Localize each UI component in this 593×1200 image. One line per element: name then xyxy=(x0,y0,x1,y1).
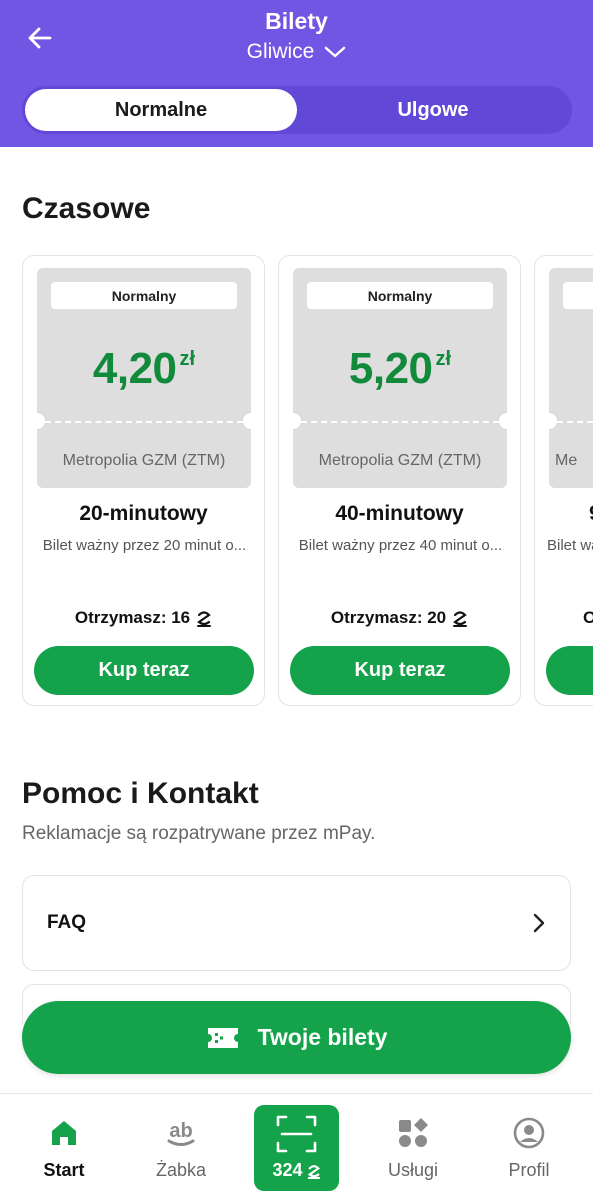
your-tickets-label: Twoje bilety xyxy=(257,1024,388,1050)
ticket-card[interactable]: Me 9 Bilet wa O xyxy=(534,255,593,706)
buy-now-button[interactable]: Kup teraz xyxy=(34,646,254,695)
tab-normalne[interactable]: Normalne xyxy=(25,89,297,131)
perforation-line xyxy=(45,421,243,423)
points-balance-value: 324 xyxy=(272,1160,303,1180)
nav-zabka[interactable]: ab Żabka xyxy=(122,1094,240,1200)
ticket-graphic: Normalny 5,20 zł Metropolia GZM (ZTM) xyxy=(285,268,515,488)
ticket-name: 40-minutowy xyxy=(335,502,464,525)
city-selector[interactable]: Gliwice xyxy=(0,40,593,64)
ticket-operator: Me xyxy=(555,452,578,469)
nav-profil-label: Profil xyxy=(508,1160,550,1180)
ticket-notch-right xyxy=(243,413,259,429)
ticket-graphic: Normalny 4,20 zł Metropolia GZM (ZTM) xyxy=(29,268,259,488)
chevron-right-icon xyxy=(533,913,545,933)
ticket-notch-left xyxy=(29,413,45,429)
ticket-points: O xyxy=(535,608,593,628)
ticket-points: Otrzymasz: 20 xyxy=(279,608,520,628)
city-label: Gliwice xyxy=(246,40,315,63)
ticket-name: 9 xyxy=(535,502,593,526)
ticket-description: Bilet wa xyxy=(547,537,593,554)
ticket-points: Otrzymasz: 16 xyxy=(23,608,264,628)
ticket-card[interactable]: Normalny 5,20 zł Metropolia GZM (ZTM) 40… xyxy=(278,255,521,706)
ticket-graphic: Me xyxy=(541,268,593,488)
price-amount: 5,20 xyxy=(348,344,433,393)
profile-icon xyxy=(513,1117,545,1149)
ticket-description: Bilet ważny przez 20 minut o... xyxy=(42,537,247,554)
buy-now-button[interactable]: Kup teraz xyxy=(290,646,510,695)
tab-ulgowe[interactable]: Ulgowe xyxy=(297,89,569,131)
price-amount: 4,20 xyxy=(92,344,177,393)
ticket-description: Bilet ważny przez 40 minut o... xyxy=(298,537,503,554)
your-tickets-button[interactable]: Twoje bilety xyxy=(22,1001,571,1074)
perforation-line xyxy=(557,421,593,423)
ticket-carousel[interactable]: Normalny 4,20 zł Metropolia GZM (ZTM) 20… xyxy=(0,255,593,707)
points-label: Otrzymasz: 16 xyxy=(74,608,191,627)
scan-button[interactable]: 324 xyxy=(254,1105,339,1191)
nav-zabka-label: Żabka xyxy=(155,1160,207,1180)
ticket-operator: Metropolia GZM (ZTM) xyxy=(318,452,482,469)
ticket-operator: Metropolia GZM (ZTM) xyxy=(62,452,226,469)
chevron-down-icon xyxy=(325,46,346,58)
header: Bilety Gliwice Normalne Ulgowe xyxy=(0,0,593,147)
nav-profil[interactable]: Profil xyxy=(470,1094,588,1200)
perforation-line xyxy=(301,421,499,423)
price-currency: zł xyxy=(435,348,452,370)
zabka-points-icon xyxy=(453,611,468,627)
ticket-notch-left xyxy=(541,413,557,429)
nav-start-label: Start xyxy=(43,1160,85,1180)
fare-type-toggle: Normalne Ulgowe xyxy=(22,86,572,134)
fare-badge: Normalny xyxy=(307,282,493,309)
points-label: O xyxy=(583,608,593,627)
home-icon xyxy=(52,1121,76,1145)
zabka-icon: ab xyxy=(167,1120,195,1146)
price-currency: zł xyxy=(179,348,196,370)
section-title-help: Pomoc i Kontakt xyxy=(22,777,259,810)
scan-icon xyxy=(276,1115,317,1153)
svg-text:ab: ab xyxy=(169,1120,192,1142)
nav-uslugi-label: Usługi xyxy=(387,1160,439,1180)
ticket-price: 4,20 zł xyxy=(37,344,251,394)
zabka-points-icon xyxy=(197,611,212,627)
ticket-name: 20-minutowy xyxy=(79,502,208,525)
ticket-icon xyxy=(207,1027,238,1048)
bottom-nav: Start ab Żabka 324 Usługi Profil xyxy=(0,1093,593,1200)
nav-uslugi[interactable]: Usługi xyxy=(354,1094,472,1200)
points-label: Otrzymasz: 20 xyxy=(330,608,447,627)
buy-now-button[interactable] xyxy=(546,646,593,695)
ticket-price: 5,20 zł xyxy=(293,344,507,394)
faq-row[interactable]: FAQ xyxy=(22,875,571,971)
ticket-card[interactable]: Normalny 4,20 zł Metropolia GZM (ZTM) 20… xyxy=(22,255,265,706)
zabka-points-icon xyxy=(307,1164,320,1179)
fare-badge xyxy=(563,282,593,309)
help-subtitle: Reklamacje są rozpatrywane przez mPay. xyxy=(22,823,376,844)
ticket-notch-right xyxy=(499,413,515,429)
services-icon xyxy=(399,1118,428,1147)
nav-start[interactable]: Start xyxy=(5,1094,123,1200)
ticket-notch-left xyxy=(285,413,301,429)
faq-label: FAQ xyxy=(47,912,87,933)
fare-badge: Normalny xyxy=(51,282,237,309)
section-title-timed: Czasowe xyxy=(22,192,151,225)
points-balance: 324 xyxy=(254,1160,339,1181)
page-title: Bilety xyxy=(265,8,328,34)
